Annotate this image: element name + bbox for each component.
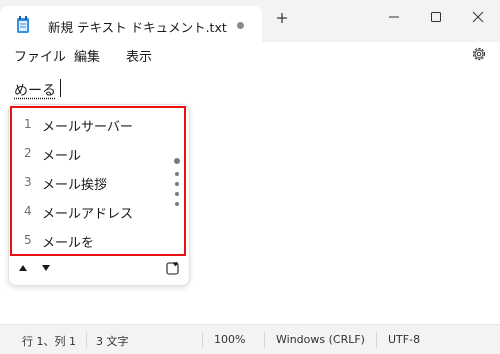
favorite-button[interactable]	[166, 261, 180, 275]
candidate-index: 3	[24, 175, 32, 189]
menu-file[interactable]: ファイル	[14, 46, 66, 65]
document-tab[interactable]: 新規 テキスト ドキュメント.txt	[0, 6, 262, 42]
candidate-text: メールサーバー	[42, 120, 133, 135]
candidate-text: メール挨拶	[42, 178, 108, 193]
minimize-button[interactable]	[374, 6, 414, 28]
character-count: 3 文字	[96, 335, 129, 348]
ime-composition-text: めーる	[14, 83, 56, 99]
status-bar: 行 1、列 1 3 文字 100% Windows (CRLF) UTF-8	[0, 324, 500, 354]
zoom-level[interactable]: 100%	[214, 333, 245, 346]
next-page-button[interactable]	[41, 264, 55, 274]
title-bar: 新規 テキスト ドキュメント.txt	[0, 0, 500, 42]
next-page-icon	[42, 265, 50, 271]
menu-view[interactable]: 表示	[126, 46, 152, 65]
candidate-text: メールを	[42, 236, 95, 251]
close-icon	[472, 11, 484, 23]
candidate-list-highlight: 1 メールサーバー 2 メール 3 メール挨拶 4 メールアドレス 5 メールを	[10, 106, 186, 256]
cursor-position: 行 1、列 1	[22, 335, 76, 348]
notepad-icon	[17, 16, 29, 33]
unsaved-indicator[interactable]	[237, 22, 244, 29]
candidate-scroll-indicator[interactable]	[174, 158, 181, 218]
prev-page-button[interactable]	[18, 264, 32, 274]
text-caret	[60, 79, 61, 97]
minimize-icon	[389, 16, 399, 18]
candidate-text: メールアドレス	[42, 207, 134, 222]
prev-page-icon	[19, 265, 27, 271]
candidate-index: 1	[24, 117, 32, 131]
plus-icon[interactable]	[276, 12, 288, 24]
favorite-icon	[166, 262, 179, 275]
menu-edit[interactable]: 編集	[74, 46, 100, 65]
menu-bar: ファイル 編集 表示	[0, 42, 500, 68]
status-divider	[376, 332, 377, 348]
close-button[interactable]	[458, 6, 498, 28]
line-ending[interactable]: Windows (CRLF)	[276, 333, 365, 346]
maximize-button[interactable]	[416, 6, 456, 28]
candidate-text: メール	[42, 149, 82, 164]
candidate-index: 2	[24, 146, 32, 160]
status-divider	[86, 332, 87, 348]
status-divider	[264, 332, 265, 348]
encoding[interactable]: UTF-8	[388, 333, 420, 346]
candidate-index: 4	[24, 204, 32, 218]
candidate-index: 5	[24, 233, 32, 247]
maximize-icon	[431, 12, 441, 22]
tab-title: 新規 テキスト ドキュメント.txt	[48, 20, 227, 35]
gear-icon[interactable]	[471, 46, 487, 62]
status-divider	[202, 332, 203, 348]
